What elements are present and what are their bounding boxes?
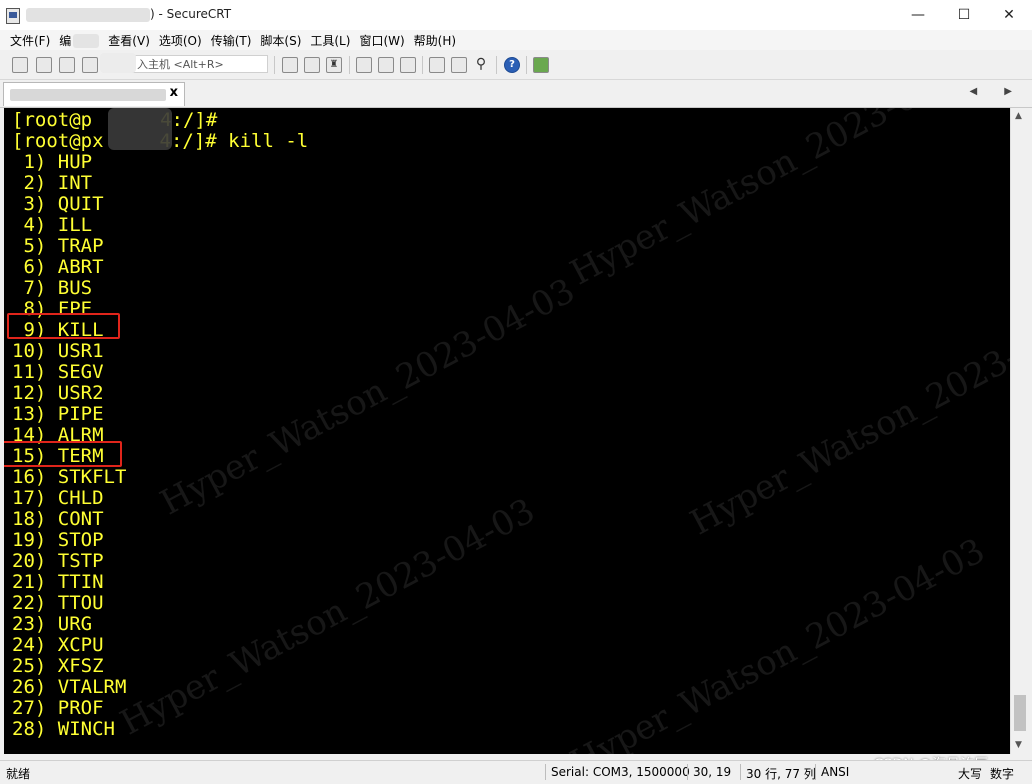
menu-edit[interactable]: 编 [59,32,100,49]
signal-line: 12) USR2 [12,382,104,404]
paste-icon[interactable] [304,57,320,73]
terminal-scrollbar[interactable]: ▲ ▼ [1010,108,1029,754]
signal-line: 11) SEGV [12,361,104,383]
sftp-icon[interactable] [533,57,549,73]
toolbar-separator [274,56,275,74]
signal-line: 5) TRAP [12,235,104,257]
toolbar-separator [349,56,350,74]
signal-line: 22) TTOU [12,592,104,614]
status-size: 30 行, 77 列 [746,767,816,781]
status-ready: 就绪 [6,767,31,781]
scroll-thumb[interactable] [1014,695,1026,731]
tab-scroll-arrows[interactable]: ◀ ▶ [969,86,1024,97]
watermark-text: Hyper_Watson_2023-04-03 [564,108,992,294]
maximize-button[interactable]: ☐ [941,0,987,30]
kill-signal-highlight [7,313,120,339]
menu-file[interactable]: 文件(F) [10,32,50,49]
toolbar-redacted [100,53,136,73]
status-separator [687,764,688,780]
status-caps: 大写 [958,767,983,781]
signal-line: 1) HUP [12,151,93,173]
toolbar-separator [526,56,527,74]
status-emulation: ANSI [821,765,850,779]
copy-icon[interactable] [282,57,298,73]
toolbar-separator [496,56,497,74]
keymap-icon[interactable]: ⚲ [473,57,489,73]
toolbar: ✕ 入主机 <Alt+R> ♜ ⚲ ? [0,51,1032,80]
menu-script[interactable]: 脚本(S) [260,32,301,49]
session-tab-bar: x ◀ ▶ [0,80,1032,108]
menu-view[interactable]: 查看(V) [108,32,150,49]
signal-line: 20) TSTP [12,550,104,572]
global-options-icon[interactable] [451,57,467,73]
securecrt-app-icon[interactable] [6,8,20,24]
prompt-prefix: [root@p [12,109,93,131]
signal-line: 13) PIPE [12,403,104,425]
signal-line: 16) STKFLT [12,466,127,488]
print-icon[interactable] [378,57,394,73]
signal-line: 6) ABRT [12,256,104,278]
signal-line: 26) VTALRM [12,676,127,698]
find-icon[interactable]: ♜ [326,57,342,73]
prompt-prefix: [root@px [12,130,104,152]
signal-line: 25) XFSZ [12,655,104,677]
status-cursor: 30, 19 [693,765,732,779]
title-redacted [26,8,150,22]
window-title: ) - SecureCRT [150,7,232,21]
status-separator [815,764,816,780]
menu-redacted [73,34,100,48]
session-tab[interactable]: x [3,82,185,106]
tab-title-redacted [10,89,166,101]
title-bar: ) - SecureCRT — ☐ ✕ [0,0,1032,30]
connect-icon[interactable] [12,57,28,73]
signal-line: 21) TTIN [12,571,104,593]
menu-window[interactable]: 窗口(W) [359,32,404,49]
signal-line: 17) CHLD [12,487,104,509]
menu-transfer[interactable]: 传输(T) [211,32,252,49]
scroll-up-icon[interactable]: ▲ [1015,111,1022,121]
signal-line: 19) STOP [12,529,104,551]
hostname-redaction [108,108,172,150]
term-signal-highlight [4,441,122,467]
menu-bar: 文件(F) 编 查看(V) 选项(O) 传输(T) 脚本(S) 工具(L) 窗口… [0,30,1032,50]
terminal-screen[interactable]: Hyper_Watson_2023-04-03 Hyper_Watson_202… [4,108,1010,754]
close-window-button[interactable]: ✕ [986,0,1032,30]
menu-edit-label: 编 [59,33,72,48]
minimize-button[interactable]: — [895,0,941,30]
tab-close-icon[interactable]: x [170,85,178,100]
status-separator [740,764,741,780]
quick-connect-input[interactable]: 入主机 <Alt+R> [120,55,268,73]
status-bar: 就绪 Serial: COM3, 1500000 30, 19 30 行, 77… [0,760,1032,784]
signal-line: 24) XCPU [12,634,104,656]
signal-line: 2) INT [12,172,93,194]
quick-connect-icon[interactable] [36,57,52,73]
help-icon[interactable]: ? [504,57,520,73]
scroll-down-icon[interactable]: ▼ [1015,740,1022,750]
status-connection: Serial: COM3, 1500000 [551,765,690,779]
status-num: 数字 [990,767,1015,781]
connect-in-tab-icon[interactable] [59,57,75,73]
signal-line: 4) ILL [12,214,93,236]
status-separator [545,764,546,780]
signal-line: 28) WINCH [12,718,115,740]
signal-line: 3) QUIT [12,193,104,215]
toolbar-separator [422,56,423,74]
command-text: 4:/]# kill -l [159,130,309,152]
signal-line: 23) URG [12,613,93,635]
watermark-text: Hyper_Watson_2023-04-03 [564,530,992,754]
menu-options[interactable]: 选项(O) [159,32,202,49]
print-setup-icon[interactable] [356,57,372,73]
signal-line: 18) CONT [12,508,104,530]
signal-line: 10) USR1 [12,340,104,362]
signal-line: 27) PROF [12,697,104,719]
menu-tools[interactable]: 工具(L) [310,32,350,49]
signal-line: 7) BUS [12,277,93,299]
menu-help[interactable]: 帮助(H) [414,32,456,49]
session-options-icon[interactable] [429,57,445,73]
watermark-text: Hyper_Watson_2023-04-03 [684,290,1010,544]
watermark-text: Hyper_Watson_2023-04-03 [154,270,582,524]
reconnect-icon[interactable] [82,57,98,73]
watermark-text: Hyper_Watson_2023-04-03 [114,490,542,744]
print-selection-icon[interactable] [400,57,416,73]
